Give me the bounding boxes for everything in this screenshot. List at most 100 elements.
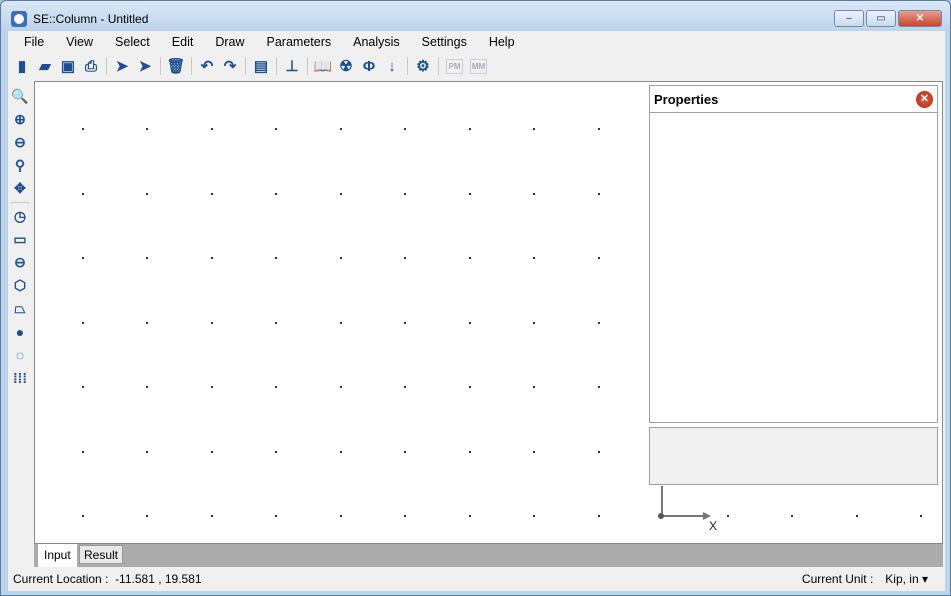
maximize-button[interactable]: ▭ — [866, 10, 896, 27]
zoom-in-icon[interactable]: ⊕ — [10, 110, 30, 129]
zoom-out-icon[interactable]: ⊖ — [10, 133, 30, 152]
grid-dot — [275, 257, 277, 259]
toolbar-separator — [160, 57, 161, 75]
grid-dot — [146, 193, 148, 195]
book-icon[interactable]: 📖 — [313, 56, 333, 76]
main-toolbar: ▮ ▰ ▣ ⎙ ➤ ➤ 🗑 ↶ ↷ ▤ ⊥ 📖 ☢ Φ ↓ ⚙ PM MM — [8, 53, 945, 79]
origin-point — [658, 513, 664, 519]
toolbar-separator — [407, 57, 408, 75]
grid-dot — [920, 515, 922, 517]
grid-dot — [146, 515, 148, 517]
grid-dot — [275, 128, 277, 130]
grid-dot — [469, 515, 471, 517]
location-value: -11.581 , 19.581 — [115, 572, 202, 586]
grid-dot — [598, 193, 600, 195]
menu-parameters[interactable]: Parameters — [259, 35, 340, 49]
delete-icon[interactable]: 🗑 — [166, 56, 186, 76]
grid-dot — [469, 322, 471, 324]
circle-hole-icon[interactable]: ⊖ — [10, 253, 30, 272]
zoom-window-icon[interactable]: ⚲ — [10, 156, 30, 175]
settings-gears-icon[interactable]: ⚙ — [413, 56, 433, 76]
grid-dot — [340, 451, 342, 453]
grid-dot — [275, 193, 277, 195]
mm-diagram-icon[interactable]: MM — [470, 58, 487, 74]
close-icon[interactable]: ✕ — [916, 90, 933, 108]
grid-dot — [533, 193, 535, 195]
grid-dot — [275, 515, 277, 517]
tab-result[interactable]: Result — [79, 545, 124, 564]
menu-view[interactable]: View — [58, 35, 101, 49]
report-icon[interactable]: ▤ — [251, 56, 271, 76]
grid-dot — [82, 515, 84, 517]
open-folder-icon[interactable]: ▰ — [35, 56, 55, 76]
grid-dot — [727, 515, 729, 517]
grid-dot — [211, 257, 213, 259]
minimize-button[interactable]: ‒ — [834, 10, 864, 27]
grid-dot — [275, 386, 277, 388]
grid-dot — [340, 386, 342, 388]
grid-dot — [211, 515, 213, 517]
grid-dot — [211, 386, 213, 388]
menu-help[interactable]: Help — [481, 35, 523, 49]
phi-icon[interactable]: Φ — [359, 56, 379, 76]
grid-dot — [211, 193, 213, 195]
toolbar-separator — [307, 57, 308, 75]
grid-dot — [82, 386, 84, 388]
grid-dot — [275, 322, 277, 324]
app-window: SE::Column - Untitled ‒ ▭ ✕ File View Sele… — [0, 0, 951, 596]
rectangle-section-icon[interactable]: ▭ — [10, 230, 30, 249]
y-axis-line — [661, 486, 663, 516]
save-icon[interactable]: ▣ — [58, 56, 78, 76]
load-arrow-down-icon[interactable]: ↓ — [382, 56, 402, 76]
x-axis-line — [661, 515, 703, 517]
menu-edit[interactable]: Edit — [164, 35, 202, 49]
menu-file[interactable]: File — [16, 35, 52, 49]
grid-dot — [598, 515, 600, 517]
pan-icon[interactable]: ✥ — [10, 179, 30, 198]
grid-dot — [82, 451, 84, 453]
menu-analysis[interactable]: Analysis — [345, 35, 408, 49]
grid-dot — [469, 193, 471, 195]
grid-dot — [469, 128, 471, 130]
grid-dot — [275, 451, 277, 453]
circular-bars-icon[interactable]: ◌ — [10, 345, 30, 364]
unit-dropdown[interactable]: Kip, in ▾ — [885, 572, 928, 586]
rectangular-bars-icon[interactable]: ⁞⁞⁞ — [10, 368, 30, 387]
undo-icon[interactable]: ↶ — [197, 56, 217, 76]
new-icon[interactable]: ▮ — [12, 56, 32, 76]
print-icon[interactable]: ⎙ — [81, 56, 101, 76]
drawing-canvas[interactable]: Properties ✕ X — [34, 81, 943, 544]
zoom-all-icon[interactable]: 🔍 — [10, 87, 30, 106]
hierarchy-icon[interactable]: ⊥ — [282, 56, 302, 76]
grid-dot — [533, 515, 535, 517]
grid-dot — [211, 322, 213, 324]
single-bar-icon[interactable]: ● — [10, 322, 30, 341]
grid-dot — [598, 257, 600, 259]
grid-dot — [791, 515, 793, 517]
menu-draw[interactable]: Draw — [207, 35, 252, 49]
grid-dot — [404, 451, 406, 453]
grid-dot — [533, 451, 535, 453]
grid-dot — [340, 193, 342, 195]
grid-dot — [598, 322, 600, 324]
close-button[interactable]: ✕ — [898, 10, 942, 27]
menu-settings[interactable]: Settings — [414, 35, 475, 49]
toolbar-separator — [245, 57, 246, 75]
grid-dot — [404, 515, 406, 517]
grid-dot — [598, 128, 600, 130]
polygon-icon[interactable]: ⬡ — [10, 276, 30, 295]
redo-icon[interactable]: ↷ — [220, 56, 240, 76]
pm-diagram-icon[interactable]: PM — [446, 58, 463, 74]
grid-dot — [340, 257, 342, 259]
circle-section-icon[interactable]: ◷ — [10, 207, 30, 226]
custom-shape-icon[interactable]: ⏢ — [10, 299, 30, 318]
toolbar-separator — [191, 57, 192, 75]
tab-input[interactable]: Input — [38, 544, 77, 567]
x-axis-label: X — [709, 519, 718, 533]
select-pointer-icon[interactable]: ➤ — [112, 56, 132, 76]
grid-dot — [340, 128, 342, 130]
grid-dot — [146, 451, 148, 453]
select-node-icon[interactable]: ➤ — [135, 56, 155, 76]
menu-select[interactable]: Select — [107, 35, 158, 49]
radiation-icon[interactable]: ☢ — [336, 56, 356, 76]
